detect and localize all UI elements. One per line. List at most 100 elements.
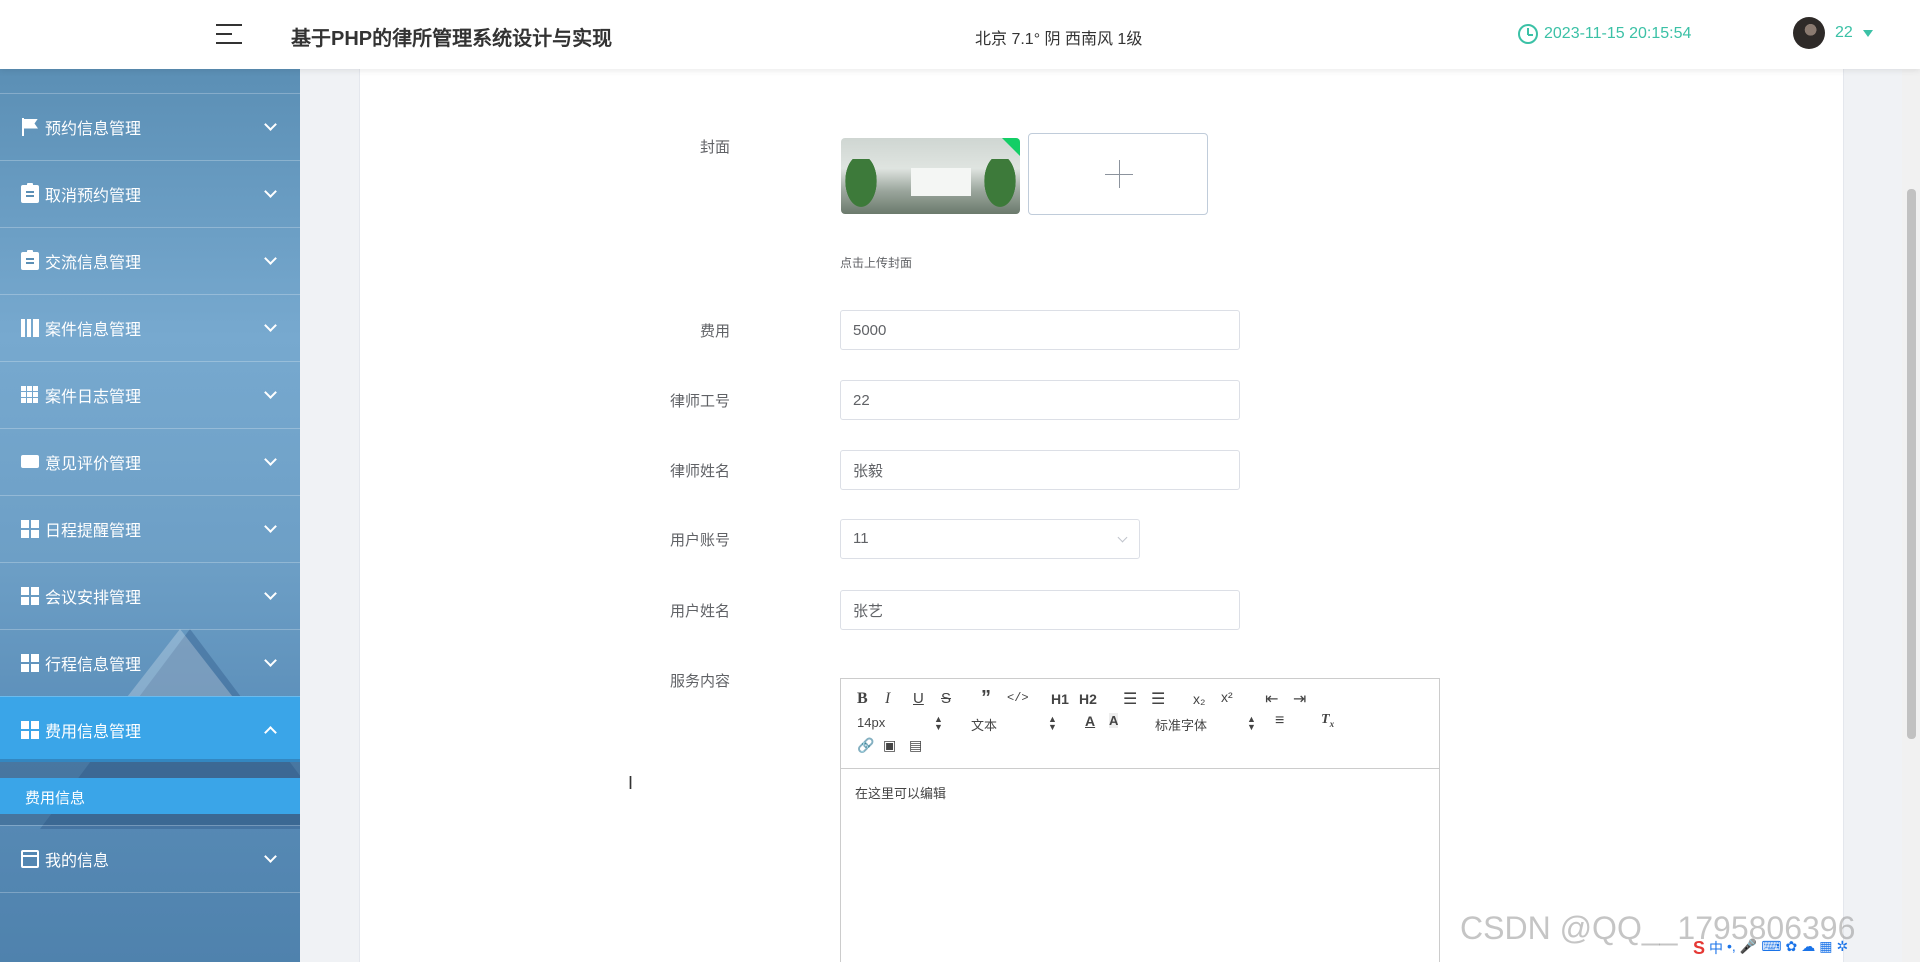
superscript-button[interactable]: x² xyxy=(1221,689,1233,705)
user-name-label: 用户姓名 xyxy=(669,603,730,620)
sidebar-item-communication[interactable]: 交流信息管理 xyxy=(0,227,300,293)
sidebar-item-label: 案件信息管理 xyxy=(45,321,142,339)
sidebar-item-meeting[interactable]: 会议安排管理 xyxy=(0,562,300,628)
sidebar-item-label: 会议安排管理 xyxy=(45,589,142,607)
dashboard-icon xyxy=(21,586,39,605)
image-icon[interactable]: ▣ xyxy=(883,737,896,754)
font-family-select[interactable]: 标准字体 ▲ ▼ xyxy=(1155,714,1256,734)
avatar[interactable] xyxy=(1793,17,1825,49)
heading2-button[interactable]: H2 xyxy=(1079,691,1097,707)
heading1-button[interactable]: H1 xyxy=(1051,691,1069,707)
grid-icon xyxy=(21,385,39,404)
sidebar-item-label: 交流信息管理 xyxy=(45,254,142,272)
lawyer-id-input[interactable] xyxy=(840,380,1240,420)
blockquote-icon[interactable]: ” xyxy=(981,687,991,710)
caret-down-icon[interactable] xyxy=(1862,29,1873,37)
sidebar-item-label: 我的信息 xyxy=(45,852,110,870)
text-type-select[interactable]: 文本 ▲ ▼ xyxy=(971,714,1057,734)
sidebar-item-case-log[interactable]: 案件日志管理 xyxy=(0,361,300,427)
weather-info: 北京 7.1° 阴 西南风 1级 xyxy=(975,31,1143,48)
subscript-button[interactable]: x₂ xyxy=(1193,691,1205,707)
lawyer-id-label: 律师工号 xyxy=(669,393,730,410)
cover-upload-button[interactable] xyxy=(1028,133,1208,215)
bold-button[interactable]: B xyxy=(857,690,868,708)
sidebar: 预约信息管理 取消预约管理 交流信息管理 案件信息管理 案件日志管理 意见评价管… xyxy=(0,69,300,962)
settings-icon: ✲ xyxy=(1836,938,1849,954)
wallet-icon xyxy=(21,849,39,868)
updown-icon: ▲ ▼ xyxy=(934,714,943,732)
editor-content[interactable]: 在这里可以编辑 xyxy=(855,783,946,802)
underline-button[interactable]: U xyxy=(913,690,924,707)
lawyer-name-input[interactable] xyxy=(840,450,1240,490)
user-account-label: 用户账号 xyxy=(669,532,730,549)
ime-punct-icon: •, xyxy=(1727,938,1736,954)
top-header: 基于PHP的律所管理系统设计与实现 北京 7.1° 阴 西南风 1级 2023-… xyxy=(0,0,1920,69)
chevron-up-icon xyxy=(264,726,277,739)
microphone-icon: 🎤 xyxy=(1739,938,1758,954)
updown-icon: ▲ ▼ xyxy=(1048,714,1057,732)
ordered-list-icon[interactable]: ☰ xyxy=(1123,689,1137,709)
sidebar-item-cancel-appointment[interactable]: 取消预约管理 xyxy=(0,160,300,226)
scrollbar-thumb[interactable] xyxy=(1907,189,1916,739)
updown-icon: ▲ ▼ xyxy=(1247,714,1256,732)
font-size-value: 14px xyxy=(857,715,886,730)
dashboard-icon xyxy=(21,653,39,672)
sidebar-item-case-info[interactable]: 案件信息管理 xyxy=(0,294,300,360)
cloud-icon: ☁ xyxy=(1801,938,1816,954)
ime-tray: S 中 •, 🎤 ⌨ ✿ ☁ ▦ ✲ xyxy=(1693,938,1848,959)
user-account-select[interactable]: 11 xyxy=(840,519,1140,559)
clear-format-icon[interactable]: Tx xyxy=(1321,712,1334,729)
italic-button[interactable]: I xyxy=(885,690,890,708)
sidebar-item-feedback[interactable]: 意见评价管理 xyxy=(0,428,300,494)
chevron-down-icon xyxy=(264,252,277,265)
user-account-value: 11 xyxy=(853,530,869,547)
flag-icon xyxy=(21,117,39,136)
font-size-select[interactable]: 14px ▲ ▼ xyxy=(857,714,943,732)
outdent-icon[interactable]: ⇤ xyxy=(1265,689,1278,709)
datetime-text: 2023-11-15 20:15:54 xyxy=(1544,25,1692,42)
user-name[interactable]: 22 xyxy=(1835,24,1853,42)
user-name-input[interactable] xyxy=(840,590,1240,630)
page-scrollbar[interactable] xyxy=(1902,69,1920,962)
books-icon xyxy=(21,318,39,337)
sidebar-item-label: 取消预约管理 xyxy=(45,187,142,205)
link-icon[interactable]: 🔗 xyxy=(857,737,874,754)
dashboard-icon xyxy=(21,519,39,538)
sidebar-item-label: 案件日志管理 xyxy=(45,388,142,406)
sidebar-divider xyxy=(0,892,300,962)
sidebar-item-my-info[interactable]: 我的信息 xyxy=(0,825,300,891)
bullet-list-icon[interactable]: ☰ xyxy=(1151,689,1165,709)
sidebar-item-fee[interactable]: 费用信息管理 xyxy=(0,696,300,762)
chevron-down-icon xyxy=(1117,532,1128,543)
sidebar-item-appointment[interactable]: 预约信息管理 xyxy=(0,93,300,159)
sidebar-subitem-fee-info[interactable]: 费用信息 xyxy=(0,778,300,814)
clipboard-x-icon xyxy=(21,182,39,203)
fee-label: 费用 xyxy=(699,323,730,340)
chevron-down-icon xyxy=(264,587,277,600)
menu-toggle-icon[interactable] xyxy=(216,22,246,46)
dashboard-icon xyxy=(21,720,39,739)
clipboard-icon xyxy=(21,249,39,270)
lawyer-name-label: 律师姓名 xyxy=(669,463,730,480)
chevron-down-icon xyxy=(264,386,277,399)
cover-image-thumbnail[interactable] xyxy=(841,138,1020,214)
skin-icon: ✿ xyxy=(1785,938,1798,954)
chevron-down-icon xyxy=(264,520,277,533)
code-icon[interactable]: </> xyxy=(1007,691,1029,705)
sidebar-item-itinerary[interactable]: 行程信息管理 xyxy=(0,629,300,695)
rich-text-editor: B I U S ” </> H1 H2 ☰ ☰ x₂ x² ⇤ ⇥ 14px ▲… xyxy=(840,678,1440,962)
sidebar-item-schedule[interactable]: 日程提醒管理 xyxy=(0,495,300,561)
font-color-icon[interactable]: A xyxy=(1085,713,1095,729)
sidebar-item-label: 费用信息管理 xyxy=(45,723,142,741)
service-content-label: 服务内容 xyxy=(669,673,730,690)
background-color-icon[interactable]: A xyxy=(1109,713,1119,728)
fee-input[interactable] xyxy=(840,310,1240,350)
user-menu[interactable]: 22 xyxy=(1793,17,1873,49)
cover-label: 封面 xyxy=(699,139,730,156)
chevron-down-icon xyxy=(264,850,277,863)
video-icon[interactable]: ▤ xyxy=(909,737,922,754)
align-icon[interactable]: ≡ xyxy=(1275,712,1284,730)
strike-button[interactable]: S xyxy=(941,690,951,707)
chevron-down-icon xyxy=(264,654,277,667)
indent-icon[interactable]: ⇥ xyxy=(1293,689,1306,709)
